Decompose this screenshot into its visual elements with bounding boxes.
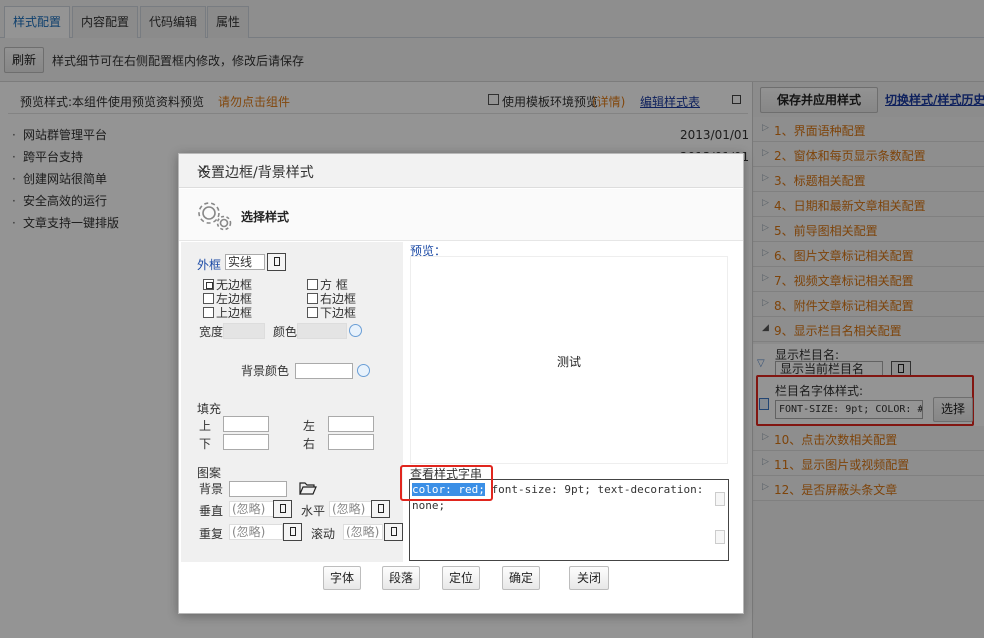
no-border-checkbox[interactable] [203,279,214,290]
horizontal-dropdown-button[interactable] [371,500,390,518]
close-icon[interactable]: × [197,162,209,178]
color-picker-icon[interactable] [349,324,362,337]
scroll-down-button[interactable] [715,530,725,544]
padding-right-input[interactable] [328,434,374,450]
repeat-select[interactable]: (忽略) [229,524,283,540]
pattern-label: 图案 [197,466,222,480]
dialog-header: 选择样式 [179,189,743,241]
repeat-dropdown-button[interactable] [283,523,302,541]
paragraph-button[interactable]: 段落 [382,566,420,590]
bg-image-input[interactable] [229,481,287,497]
left-border-checkbox[interactable] [203,293,214,304]
style-form: 外框 实线 无边框 方 框 左边框 右边框 上边框 下边框 宽度 颜色 背景颜色… [181,242,403,562]
scroll-dropdown-button[interactable] [384,523,403,541]
top-border-checkbox[interactable] [203,307,214,318]
vertical-dropdown-button[interactable] [273,500,292,518]
bg-color-input[interactable] [295,363,353,379]
position-button[interactable]: 定位 [442,566,480,590]
dialog-titlebar: 设置边框/背景样式 × [179,154,743,188]
style-preview: 测试 [410,256,728,464]
border-background-dialog: 设置边框/背景样式 × 选择样式 外框 实线 无边框 方 框 左边框 右边框 上… [178,153,744,614]
bottom-border-checkbox[interactable] [307,307,318,318]
highlight-box [400,465,493,501]
dialog-header-title: 选择样式 [241,210,290,224]
padding-top-input[interactable] [223,416,269,432]
bg-color-picker-icon[interactable] [357,364,370,377]
padding-label: 填充 [197,402,222,416]
square-border-checkbox[interactable] [307,279,318,290]
gear-icon [195,199,235,233]
font-button[interactable]: 字体 [323,566,361,590]
width-label: 宽度 [199,325,224,339]
color-label: 颜色 [273,325,298,339]
preview-text: 测试 [557,355,582,369]
close-button[interactable]: 关闭 [569,566,609,590]
padding-left-input[interactable] [328,416,374,432]
border-color-input[interactable] [297,323,347,339]
scroll-select[interactable]: (忽略) [343,524,383,540]
padding-bottom-input[interactable] [223,434,269,450]
border-width-input[interactable] [223,323,265,339]
outer-frame-dropdown-button[interactable] [267,253,286,271]
folder-open-icon[interactable] [299,481,317,495]
outer-frame-label: 外框 [197,258,222,272]
horizontal-select[interactable]: (忽略) [329,501,377,517]
right-border-checkbox[interactable] [307,293,318,304]
dialog-title: 设置边框/背景样式 [197,165,314,181]
outer-frame-select[interactable]: 实线 [225,254,265,270]
ok-button[interactable]: 确定 [502,566,540,590]
scroll-up-button[interactable] [715,492,725,506]
bg-color-label: 背景颜色 [241,364,290,378]
